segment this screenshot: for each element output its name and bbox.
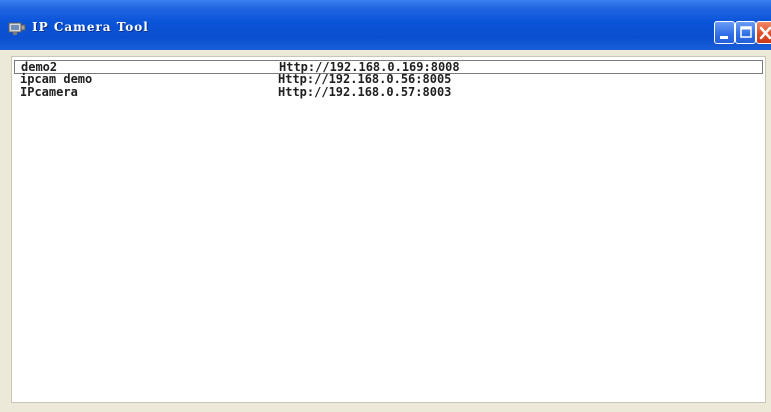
maximize-icon [740, 26, 752, 38]
minimize-button[interactable] [714, 21, 735, 44]
app-window: IP Camera Tool demo2 Http://192.168.0.16… [0, 0, 771, 412]
close-button[interactable] [756, 21, 771, 44]
window-client-area: demo2 Http://192.168.0.169:8008 ipcam de… [3, 50, 771, 412]
camera-tool-icon [8, 20, 26, 36]
device-list[interactable]: demo2 Http://192.168.0.169:8008 ipcam de… [11, 56, 766, 403]
minimize-icon [720, 36, 728, 39]
close-icon [759, 26, 771, 40]
title-bar[interactable]: IP Camera Tool [0, 0, 771, 50]
device-name: IPcamera [20, 85, 78, 99]
device-row[interactable]: IPcamera Http://192.168.0.57:8003 [14, 86, 763, 100]
maximize-button[interactable] [735, 21, 756, 44]
device-url: Http://192.168.0.57:8003 [278, 85, 452, 99]
window-title: IP Camera Tool [32, 20, 149, 34]
